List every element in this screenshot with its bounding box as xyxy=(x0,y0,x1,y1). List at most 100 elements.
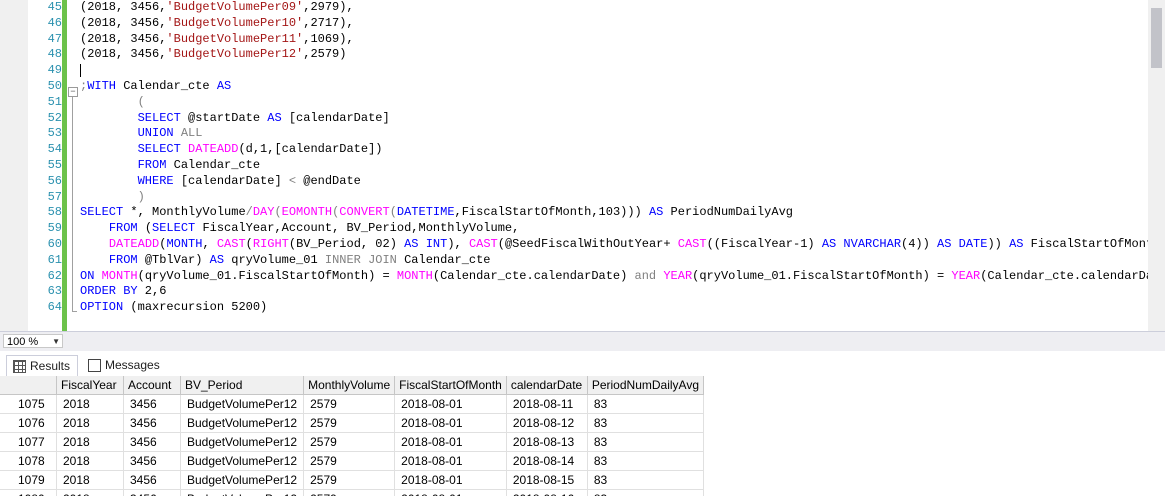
table-cell[interactable]: 3456 xyxy=(123,451,181,471)
code-line[interactable]: ORDER BY 2,6 xyxy=(80,284,1165,300)
column-header[interactable]: MonthlyVolume xyxy=(303,376,396,395)
table-cell[interactable]: 3456 xyxy=(123,413,181,433)
code-line[interactable]: ;WITH Calendar_cte AS xyxy=(80,79,1165,95)
table-cell[interactable]: 2579 xyxy=(303,451,396,471)
table-cell[interactable]: 2018-08-15 xyxy=(506,470,588,490)
table-cell[interactable]: BudgetVolumePer12 xyxy=(180,413,305,433)
code-line[interactable]: FROM (SELECT FiscalYear,Account, BV_Peri… xyxy=(80,221,1165,237)
table-cell[interactable]: BudgetVolumePer12 xyxy=(180,470,305,490)
code-line[interactable]: SELECT DATEADD(d,1,[calendarDate]) xyxy=(80,142,1165,158)
table-cell[interactable]: BudgetVolumePer12 xyxy=(180,394,305,414)
zoom-dropdown[interactable]: 100 % ▼ xyxy=(3,334,63,348)
table-cell[interactable]: 2018 xyxy=(56,432,124,452)
column-header[interactable]: BV_Period xyxy=(180,376,305,395)
table-cell[interactable]: 2018 xyxy=(56,451,124,471)
table-cell[interactable]: 2579 xyxy=(303,489,396,496)
table-cell[interactable]: 2579 xyxy=(303,394,396,414)
table-cell[interactable]: 2579 xyxy=(303,432,396,452)
collapse-icon[interactable]: − xyxy=(68,87,78,97)
table-cell[interactable]: 3456 xyxy=(123,489,181,496)
results-table[interactable]: FiscalYear Account BV_Period MonthlyVolu… xyxy=(0,376,705,496)
column-header[interactable]: Account xyxy=(123,376,181,395)
table-row[interactable]: 1077 2018 3456 BudgetVolumePer12 2579 2018-08… xyxy=(0,432,705,452)
sql-editor[interactable]: 45 46 47 48 49 50 51 52 53 54 55 56 57 58 59 60 61 62 63 64… xyxy=(0,0,1165,331)
results-grid[interactable]: FiscalYear Account BV_Period MonthlyVolu… xyxy=(0,376,1165,496)
table-cell[interactable]: 2579 xyxy=(303,470,396,490)
table-cell[interactable]: 83 xyxy=(587,432,705,452)
code-line[interactable]: (2018, 3456,'BudgetVolumePer12',2579) xyxy=(80,47,1165,63)
table-cell[interactable]: 2018 xyxy=(56,413,124,433)
table-cell[interactable]: 2018-08-11 xyxy=(506,394,588,414)
row-number[interactable]: 1080 xyxy=(0,489,57,496)
table-cell[interactable]: 3456 xyxy=(123,470,181,490)
table-cell[interactable]: 2018-08-01 xyxy=(394,451,507,471)
header-row: FiscalYear Account BV_Period MonthlyVolu… xyxy=(0,376,705,395)
table-cell[interactable]: 2018-08-13 xyxy=(506,432,588,452)
code-token: (Calendar_cte.calendarDate) xyxy=(432,268,635,283)
selection-margin[interactable] xyxy=(0,0,28,331)
column-header[interactable]: PeriodNumDailyAvg xyxy=(587,376,705,395)
table-row[interactable]: 1075 2018 3456 BudgetVolumePer12 2579 2018-08… xyxy=(0,394,705,414)
table-cell[interactable]: 2579 xyxy=(303,413,396,433)
row-number[interactable]: 1079 xyxy=(0,470,57,490)
dropdown-arrow-icon[interactable]: ▼ xyxy=(52,335,60,349)
code-line[interactable]: WHERE [calendarDate] < @endDate xyxy=(80,174,1165,190)
code-line[interactable]: SELECT @startDate AS [calendarDate] xyxy=(80,111,1165,127)
code-line[interactable]: DATEADD(MONTH, CAST(RIGHT(BV_Period, 02)… xyxy=(80,237,1165,253)
row-number[interactable]: 1076 xyxy=(0,413,57,433)
table-cell[interactable]: 2018 xyxy=(56,489,124,496)
grid-icon xyxy=(13,360,26,373)
table-cell[interactable]: BudgetVolumePer12 xyxy=(180,489,305,496)
table-row[interactable]: 1079 2018 3456 BudgetVolumePer12 2579 2018-08… xyxy=(0,470,705,490)
table-cell[interactable]: 2018-08-01 xyxy=(394,470,507,490)
table-cell[interactable]: 2018-08-12 xyxy=(506,413,588,433)
table-cell[interactable]: 83 xyxy=(587,394,705,414)
code-line[interactable]: ) xyxy=(80,190,1165,206)
table-cell[interactable]: 83 xyxy=(587,489,705,496)
table-cell[interactable]: BudgetVolumePer12 xyxy=(180,451,305,471)
line-number: 51 xyxy=(47,94,62,109)
vertical-scrollbar[interactable] xyxy=(1148,0,1165,331)
select-all-corner[interactable] xyxy=(0,376,57,395)
table-cell[interactable]: 3456 xyxy=(123,432,181,452)
code-token: (@SeedFiscalWithOutYear+ xyxy=(497,236,678,251)
row-number[interactable]: 1075 xyxy=(0,394,57,414)
code-line[interactable]: (2018, 3456,'BudgetVolumePer10',2717), xyxy=(80,16,1165,32)
scrollbar-thumb[interactable] xyxy=(1151,8,1162,68)
code-line[interactable]: OPTION (maxrecursion 5200) xyxy=(80,300,1165,316)
code-line[interactable]: FROM Calendar_cte xyxy=(80,158,1165,174)
table-cell[interactable]: 2018-08-01 xyxy=(394,413,507,433)
table-cell[interactable]: 2018-08-01 xyxy=(394,394,507,414)
tab-messages[interactable]: Messages xyxy=(82,355,160,375)
table-cell[interactable]: 83 xyxy=(587,451,705,471)
row-number[interactable]: 1077 xyxy=(0,432,57,452)
table-cell[interactable]: 2018-08-01 xyxy=(394,489,507,496)
table-cell[interactable]: BudgetVolumePer12 xyxy=(180,432,305,452)
table-cell[interactable]: 2018-08-16 xyxy=(506,489,588,496)
table-cell[interactable]: 2018 xyxy=(56,394,124,414)
code-line[interactable]: ( xyxy=(80,95,1165,111)
code-line[interactable]: (2018, 3456,'BudgetVolumePer11',1069), xyxy=(80,32,1165,48)
table-cell[interactable]: 2018-08-01 xyxy=(394,432,507,452)
column-header[interactable]: FiscalStartOfMonth xyxy=(394,376,507,395)
code-line[interactable]: UNION ALL xyxy=(80,126,1165,142)
table-cell[interactable]: 83 xyxy=(587,470,705,490)
column-header[interactable]: calendarDate xyxy=(506,376,588,395)
table-row[interactable]: 1078 2018 3456 BudgetVolumePer12 2579 2018-08… xyxy=(0,451,705,471)
code-token: ,2579) xyxy=(303,47,347,62)
code-line[interactable]: SELECT *, MonthlyVolume/DAY(EOMONTH(CONV… xyxy=(80,205,1165,221)
code-line[interactable]: (2018, 3456,'BudgetVolumePer09',2979), xyxy=(80,0,1165,16)
table-cell[interactable]: 3456 xyxy=(123,394,181,414)
table-cell[interactable]: 2018-08-14 xyxy=(506,451,588,471)
row-number[interactable]: 1078 xyxy=(0,451,57,471)
code-line[interactable]: FROM @TblVar) AS qryVolume_01 INNER JOIN… xyxy=(80,253,1165,269)
code-line[interactable]: ON MONTH(qryVolume_01.FiscalStartOfMonth… xyxy=(80,269,1165,285)
code-line[interactable] xyxy=(80,63,1165,79)
code-area[interactable]: (2018, 3456,'BudgetVolumePer09',2979), (2… xyxy=(80,0,1165,316)
tab-results[interactable]: Results xyxy=(6,355,78,376)
table-cell[interactable]: 2018 xyxy=(56,470,124,490)
table-row[interactable]: 108020183456BudgetVolumePer1225792018-08… xyxy=(0,489,705,496)
column-header[interactable]: FiscalYear xyxy=(56,376,124,395)
table-cell[interactable]: 83 xyxy=(587,413,705,433)
table-row[interactable]: 1076 2018 3456 BudgetVolumePer12 2579 2018-08… xyxy=(0,413,705,433)
